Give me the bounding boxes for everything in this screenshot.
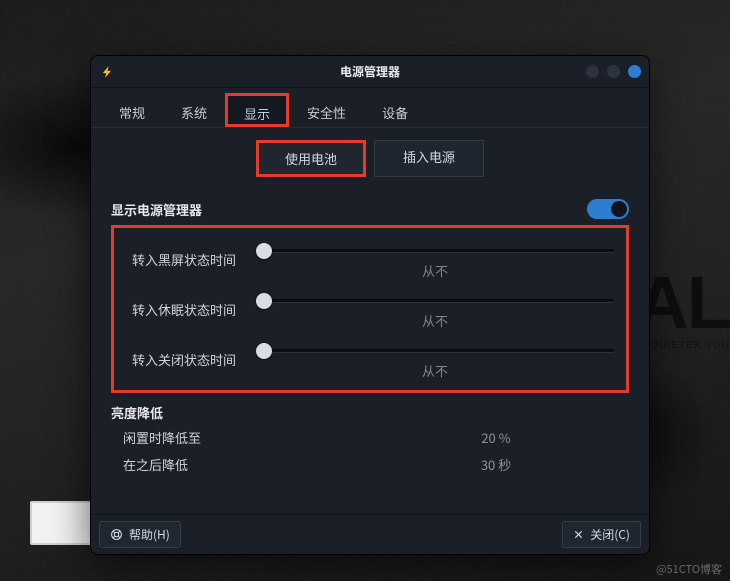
titlebar: 电源管理器 [91, 56, 649, 88]
sleep-after-slider[interactable]: 从不 [250, 291, 620, 327]
tab-devices[interactable]: 设备 [364, 93, 426, 127]
close-button[interactable]: 关闭(C) [562, 521, 641, 548]
reduce-to-value: 20 % [363, 428, 629, 447]
watermark: @51CTO博客 [656, 561, 722, 577]
power-source-tabs: 使用电池 插入电源 [91, 128, 649, 185]
subtab-battery[interactable]: 使用电池 [256, 140, 366, 177]
off-after-label: 转入关闭状态时间 [120, 350, 250, 369]
sleep-after-value: 从不 [250, 311, 620, 330]
blank-after-value: 从不 [250, 261, 620, 280]
dpm-heading: 显示电源管理器 [111, 200, 202, 219]
subtab-ac[interactable]: 插入电源 [374, 140, 484, 177]
tab-display[interactable]: 显示 [225, 93, 289, 127]
tab-security[interactable]: 安全性 [289, 93, 364, 127]
window-maximize-button[interactable] [607, 65, 620, 78]
power-manager-window: 电源管理器 常规 系统 显示 安全性 设备 使用电池 插入电源 显示电源管理器 … [90, 55, 650, 555]
help-button-label: 帮助(H) [129, 526, 170, 543]
dpm-sliders-block: 转入黑屏状态时间 从不 转入休眠状态时间 从不 转入关闭状态时间 从不 [111, 225, 629, 393]
sleep-after-label: 转入休眠状态时间 [120, 300, 250, 319]
reduce-to-label: 闲置时降低至 [123, 428, 363, 447]
dpm-toggle[interactable] [587, 199, 629, 219]
lifebuoy-icon [110, 528, 123, 541]
dialog-footer: 帮助(H) 关闭(C) [91, 514, 649, 554]
reduce-after-label: 在之后降低 [123, 455, 363, 474]
window-minimize-button[interactable] [586, 65, 599, 78]
tab-general[interactable]: 常规 [101, 93, 163, 127]
content-area: 显示电源管理器 转入黑屏状态时间 从不 转入休眠状态时间 从不 转入关闭状态时间 [91, 185, 649, 514]
window-close-button[interactable] [628, 65, 641, 78]
blank-after-label: 转入黑屏状态时间 [120, 250, 250, 269]
close-button-label: 关闭(C) [590, 526, 630, 543]
help-button[interactable]: 帮助(H) [99, 521, 181, 548]
brightness-heading: 亮度降低 [111, 403, 163, 422]
wallpaper-tagline: QUIETER YOU [650, 340, 730, 351]
blank-after-slider[interactable]: 从不 [250, 241, 620, 277]
desktop-white-rect [30, 501, 92, 545]
off-after-value: 从不 [250, 361, 620, 380]
close-icon [573, 529, 584, 540]
bolt-icon [99, 63, 117, 81]
tab-system[interactable]: 系统 [163, 93, 225, 127]
reduce-after-value: 30 秒 [363, 455, 629, 474]
off-after-slider[interactable]: 从不 [250, 341, 620, 377]
window-title: 电源管理器 [91, 63, 649, 80]
main-tabs: 常规 系统 显示 安全性 设备 [91, 88, 649, 128]
